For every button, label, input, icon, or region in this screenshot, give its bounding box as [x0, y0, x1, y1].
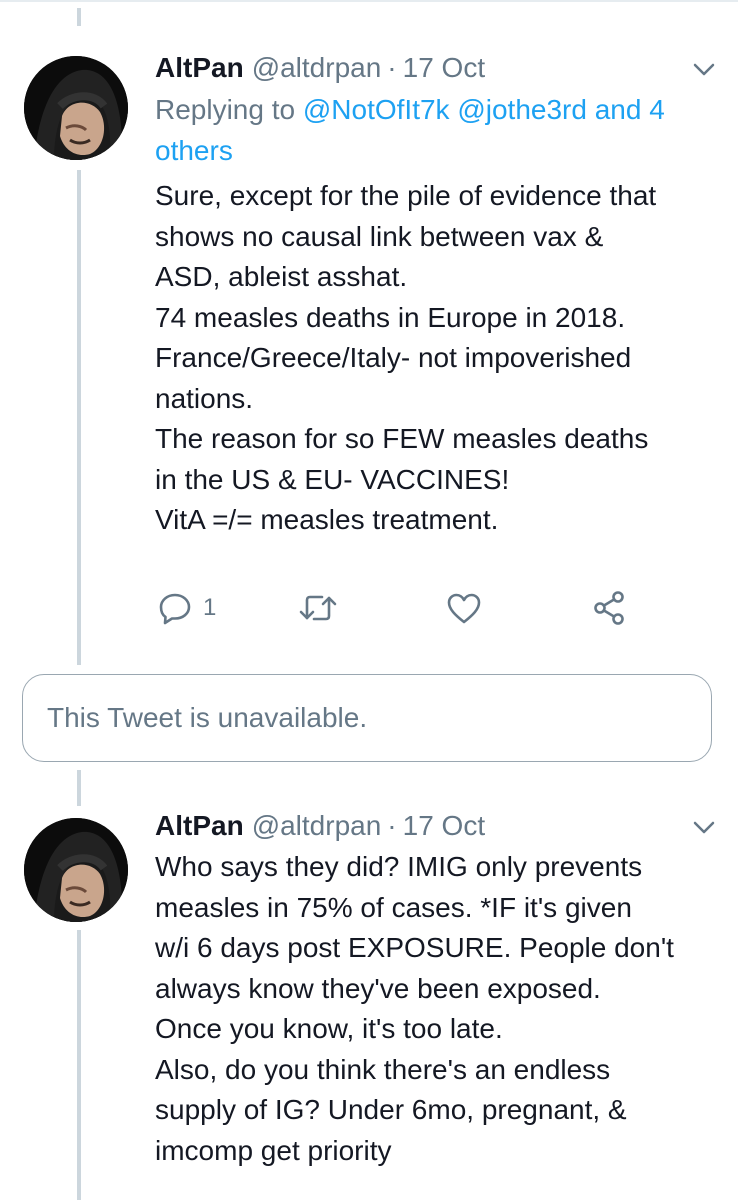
retweet-button[interactable] [298, 588, 338, 628]
top-divider [0, 0, 738, 2]
reply-button[interactable]: 1 [157, 588, 216, 628]
thread-line-top [77, 8, 81, 26]
mention-link[interactable]: @NotOfIt7k [303, 94, 450, 125]
tweet-text-line: shows no causal link between vax & [155, 220, 604, 252]
tweet-text: Sure, except for the pile of evidence th… [155, 176, 715, 541]
thread-line-2 [77, 770, 81, 806]
tweet-text-line: The reason for so FEW measles deaths [155, 423, 649, 454]
heart-icon [447, 593, 481, 624]
thread-line-3 [77, 930, 81, 1200]
tweet-text-line: imcomp get priority [155, 1134, 392, 1166]
share-button[interactable] [591, 588, 627, 628]
share-icon [594, 591, 624, 625]
tweet-text-line: Once you know, it's too late. [155, 1013, 503, 1044]
tweet-text-line: always know they've been exposed. [155, 972, 601, 1004]
tweet-date[interactable]: 17 Oct [403, 52, 485, 84]
reply-count: 1 [203, 594, 217, 621]
separator-dot: · [387, 810, 397, 841]
chevron-down-icon[interactable] [692, 62, 716, 78]
tweet-text-line: w/i 6 days post EXPOSURE. People don't [155, 932, 674, 963]
tweet-header: AltPan @altdrpan · 17 Oct [155, 50, 485, 86]
tweet-header: AltPan @altdrpan · 17 Oct [155, 808, 485, 844]
tweet-text-line: supply of IG? Under 6mo, pregnant, & [155, 1094, 627, 1125]
author-name[interactable]: AltPan [155, 52, 244, 84]
avatar[interactable] [24, 56, 128, 160]
author-handle[interactable]: @altdrpan [252, 52, 382, 84]
retweet-icon [299, 595, 337, 621]
replying-to: Replying to @NotOfIt7k @jothe3rd and 4 o… [155, 89, 720, 171]
thread-line-1 [77, 170, 81, 665]
unavailable-tweet-card: This Tweet is unavailable. [22, 674, 712, 762]
unavailable-text: This Tweet is unavailable. [47, 702, 368, 733]
tweet-text-line: ASD, ableist asshat. [155, 261, 408, 292]
replying-to-label: Replying to [155, 94, 303, 125]
tweet-text-line: nations. [155, 382, 254, 414]
chevron-down-icon[interactable] [692, 820, 716, 836]
tweet-actions: 1 [155, 588, 635, 628]
tweet-text-line: Sure, except for the pile of evidence th… [155, 180, 657, 211]
tweet-text-line: in the US & EU- VACCINES! [155, 463, 510, 495]
tweet-text-line: Also, do you think there's an endless [155, 1053, 611, 1085]
tweet-date[interactable]: 17 Oct [403, 810, 485, 842]
tweet-text-line: VitA =/= measles treatment. [155, 504, 499, 535]
separator-dot: · [387, 52, 397, 83]
tweet-text-line: measles in 75% of cases. *IF it's given [155, 891, 632, 923]
reply-icon [159, 593, 191, 625]
tweet-text-line: Who says they did? IMIG only prevents [155, 851, 643, 882]
mention-link[interactable]: @jothe3rd [457, 94, 587, 125]
avatar[interactable] [24, 818, 128, 922]
like-button[interactable] [445, 588, 483, 628]
author-handle[interactable]: @altdrpan [252, 810, 382, 842]
tweet-text: Who says they did? IMIG only prevents me… [155, 847, 715, 1171]
tweet-text-line: France/Greece/Italy- not impoverished [155, 342, 632, 373]
author-name[interactable]: AltPan [155, 810, 244, 842]
tweet-text-line: 74 measles deaths in Europe in 2018. [155, 301, 626, 333]
